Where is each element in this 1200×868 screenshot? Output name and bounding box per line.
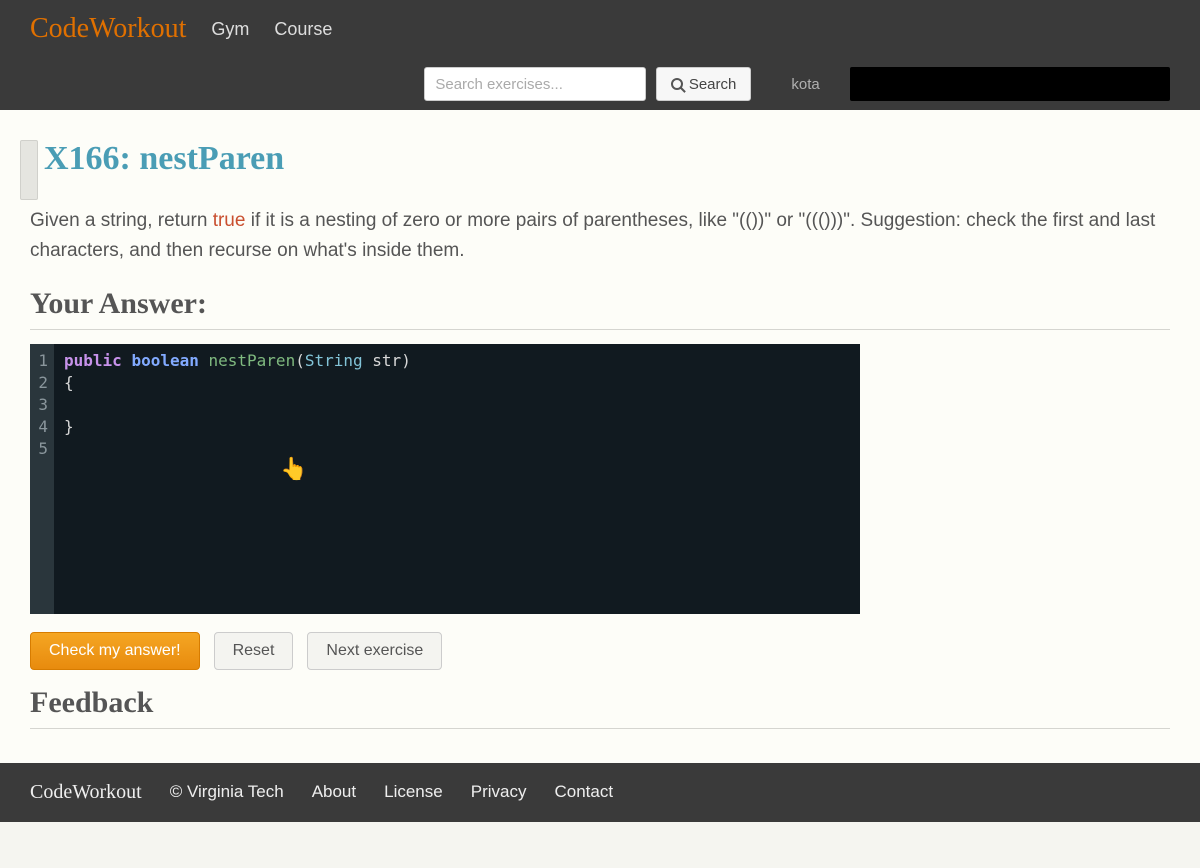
exercise-prompt: Given a string, return true if it is a n… (30, 206, 1170, 267)
nav-course[interactable]: Course (274, 19, 332, 40)
prompt-keyword: true (213, 210, 246, 231)
footer-copyright: © Virginia Tech (170, 782, 284, 802)
search-icon (671, 78, 683, 90)
next-exercise-button[interactable]: Next exercise (307, 632, 442, 670)
footer-privacy[interactable]: Privacy (471, 782, 527, 802)
brand-logo[interactable]: CodeWorkout (30, 13, 186, 45)
search-bar: Search kota (0, 58, 1200, 110)
divider (30, 728, 1170, 729)
search-button[interactable]: Search (656, 67, 752, 101)
check-answer-button[interactable]: Check my answer! (30, 632, 200, 670)
editor-code[interactable]: public boolean nestParen(String str){ } (54, 344, 860, 614)
footer-brand[interactable]: CodeWorkout (30, 781, 142, 804)
footer-about[interactable]: About (312, 782, 356, 802)
main-content: X166: nestParen Given a string, return t… (0, 110, 1200, 763)
footer-license[interactable]: License (384, 782, 443, 802)
code-editor[interactable]: 12345 public boolean nestParen(String st… (30, 344, 860, 614)
sidebar-handle[interactable] (20, 140, 38, 200)
footer: CodeWorkout © Virginia Tech About Licens… (0, 763, 1200, 822)
editor-gutter: 12345 (30, 344, 54, 614)
search-input[interactable] (424, 67, 645, 101)
redacted-region (850, 67, 1170, 101)
divider (30, 329, 1170, 330)
nav-gym[interactable]: Gym (211, 19, 249, 40)
prompt-text-before: Given a string, return (30, 210, 213, 231)
user-hint: kota (791, 76, 819, 93)
feedback-heading: Feedback (30, 686, 1170, 720)
action-buttons: Check my answer! Reset Next exercise (30, 632, 1170, 670)
reset-button[interactable]: Reset (214, 632, 294, 670)
footer-contact[interactable]: Contact (554, 782, 613, 802)
answer-heading: Your Answer: (30, 287, 1170, 321)
search-button-label: Search (689, 76, 737, 93)
top-nav: CodeWorkout Gym Course (0, 0, 1200, 58)
exercise-title: X166: nestParen (44, 140, 1170, 178)
